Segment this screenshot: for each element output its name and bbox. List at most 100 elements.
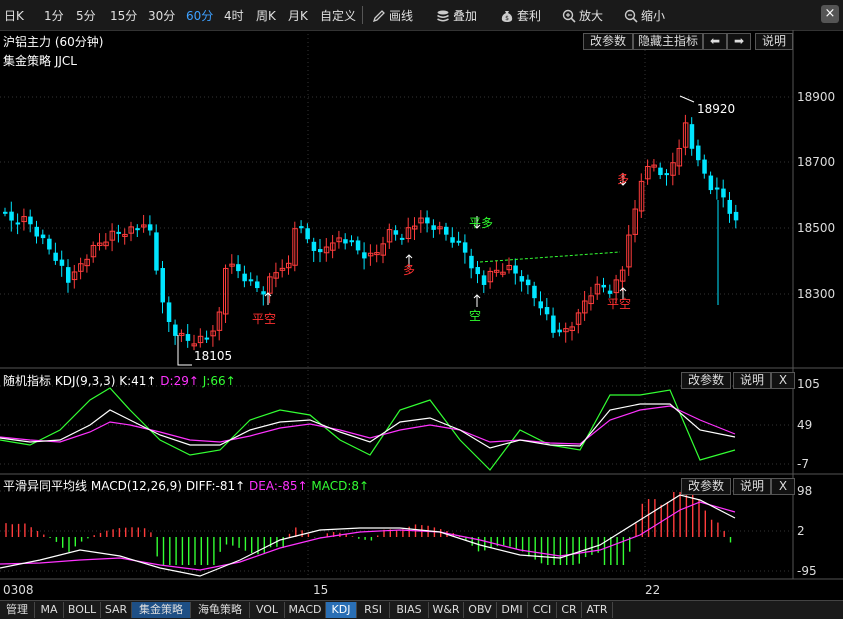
down-candle-body [450, 237, 455, 243]
signal-long: 多 [617, 172, 630, 186]
kdj-y-tick: 49 [797, 418, 813, 432]
macd-name: 平滑异同平均线 [3, 479, 88, 493]
kdj-modify-params-button[interactable]: 改参数 [681, 372, 731, 389]
down-candle-body [185, 334, 191, 341]
down-candle-body [349, 240, 354, 243]
tab-rsi[interactable]: RSI [357, 602, 390, 618]
macd-y-tick: 2 [797, 524, 805, 538]
down-candle-body [714, 187, 720, 190]
scroll-right-button[interactable]: ➡ [727, 33, 751, 50]
down-candle-body [160, 268, 165, 303]
down-candle-body [456, 240, 462, 243]
tab-manage[interactable]: 管理 [0, 602, 35, 618]
down-candle-body [305, 228, 310, 240]
kdj-params: KDJ(9,3,3) [54, 374, 116, 388]
x-axis-date-label: 0308 [3, 583, 34, 597]
modify-params-button[interactable]: 改参数 [583, 33, 633, 50]
macd-modify-params-button[interactable]: 改参数 [681, 478, 731, 495]
y-tick-label: 18500 [797, 221, 836, 235]
scroll-left-button[interactable]: ⬅ [703, 33, 727, 50]
down-candle-body [462, 242, 468, 253]
down-candle-body [154, 232, 159, 271]
down-candle-body [702, 159, 707, 174]
indicator-tab-bar: 管理 MA BOLL SAR 集金策略 海龟策略 VOL MACD KDJ RS… [0, 600, 843, 619]
tab-ma[interactable]: MA [35, 602, 64, 618]
kdj-close-button[interactable]: X [771, 372, 795, 389]
down-candle-body [355, 240, 361, 251]
macd-close-button[interactable]: X [771, 478, 795, 495]
down-candle-body [544, 307, 550, 315]
down-candle-body [242, 273, 247, 282]
x-axis-date-label: 22 [645, 583, 661, 597]
tab-kdj[interactable]: KDJ [326, 602, 357, 618]
signal-close-short: 平空 [252, 312, 277, 326]
down-candle-body [607, 290, 613, 294]
macd-y-tick: -95 [797, 564, 817, 578]
tab-vol[interactable]: VOL [250, 602, 285, 618]
tab-cr[interactable]: CR [557, 602, 582, 618]
tab-wr[interactable]: W&R [429, 602, 464, 618]
high-price-annotation: 18920 [697, 102, 736, 116]
main-help-button[interactable]: 说明 [755, 33, 793, 50]
down-candle-body [431, 225, 436, 230]
down-candle-body [255, 281, 260, 289]
down-candle-body [204, 337, 210, 340]
signal-long: 多 [403, 263, 416, 277]
down-candle-body [166, 302, 172, 322]
signal-close-short: 平空 [607, 297, 632, 311]
tab-macd[interactable]: MACD [285, 602, 326, 618]
kdj-legend: 随机指标 KDJ(9,3,3) K:41↑ D:29↑ J:66↑ [3, 372, 236, 389]
down-candle-body [116, 231, 121, 234]
macd-legend: 平滑异同平均线 MACD(12,26,9) DIFF:-81↑ DEA:-85↑… [3, 477, 369, 494]
kdj-help-button[interactable]: 说明 [733, 372, 771, 389]
low-price-annotation: 18105 [194, 349, 233, 363]
tab-dmi[interactable]: DMI [497, 602, 528, 618]
down-candle-body [147, 224, 153, 231]
down-candle-body [557, 329, 562, 333]
kdj-d-value: D:29↑ [160, 374, 199, 388]
down-candle-body [513, 265, 518, 274]
down-candle-body [481, 275, 487, 285]
down-candle-body [173, 324, 178, 336]
down-candle-body [135, 228, 140, 231]
x-axis-date-label: 15 [313, 583, 329, 597]
down-candle-body [601, 284, 606, 288]
down-candle-body [532, 285, 537, 299]
tab-turtle-strategy[interactable]: 海龟策略 [191, 602, 250, 618]
down-candle-body [236, 264, 241, 272]
tab-sar[interactable]: SAR [101, 602, 132, 618]
hide-main-indicator-button[interactable]: 隐藏主指标 [633, 33, 703, 50]
down-candle-body [299, 226, 304, 229]
down-candle-body [425, 217, 430, 224]
macd-dea-line [0, 501, 736, 571]
down-candle-body [362, 252, 367, 259]
tab-jjcl-strategy[interactable]: 集金策略 [132, 602, 191, 618]
down-candle-body [525, 279, 531, 286]
down-candle-body [311, 241, 317, 251]
macd-dea-value: DEA:-85↑ [249, 479, 308, 493]
macd-y-tick: 98 [797, 484, 813, 498]
down-candle-body [733, 211, 739, 221]
down-candle-body [727, 199, 732, 214]
macd-help-button[interactable]: 说明 [733, 478, 771, 495]
macd-diff-line [0, 494, 736, 577]
down-candle-body [9, 211, 14, 221]
down-candle-body [248, 279, 254, 282]
kdj-j-value: J:66↑ [202, 374, 236, 388]
tab-bias[interactable]: BIAS [390, 602, 429, 618]
down-candle-body [475, 267, 480, 275]
tab-boll[interactable]: BOLL [64, 602, 101, 618]
down-candle-body [47, 238, 52, 250]
tab-atr[interactable]: ATR [582, 602, 613, 618]
tab-obv[interactable]: OBV [464, 602, 497, 618]
down-candle-body [3, 211, 8, 214]
down-candle-body [444, 226, 449, 235]
down-candle-body [708, 175, 714, 191]
down-candle-body [318, 249, 323, 253]
tab-cci[interactable]: CCI [528, 602, 557, 618]
down-candle-body [658, 167, 663, 176]
macd-params: MACD(12,26,9) [90, 479, 182, 493]
kdj-y-tick: -7 [797, 457, 809, 471]
chart-canvas[interactable] [0, 0, 843, 600]
strategy-label: 集金策略 JJCL [3, 54, 77, 68]
